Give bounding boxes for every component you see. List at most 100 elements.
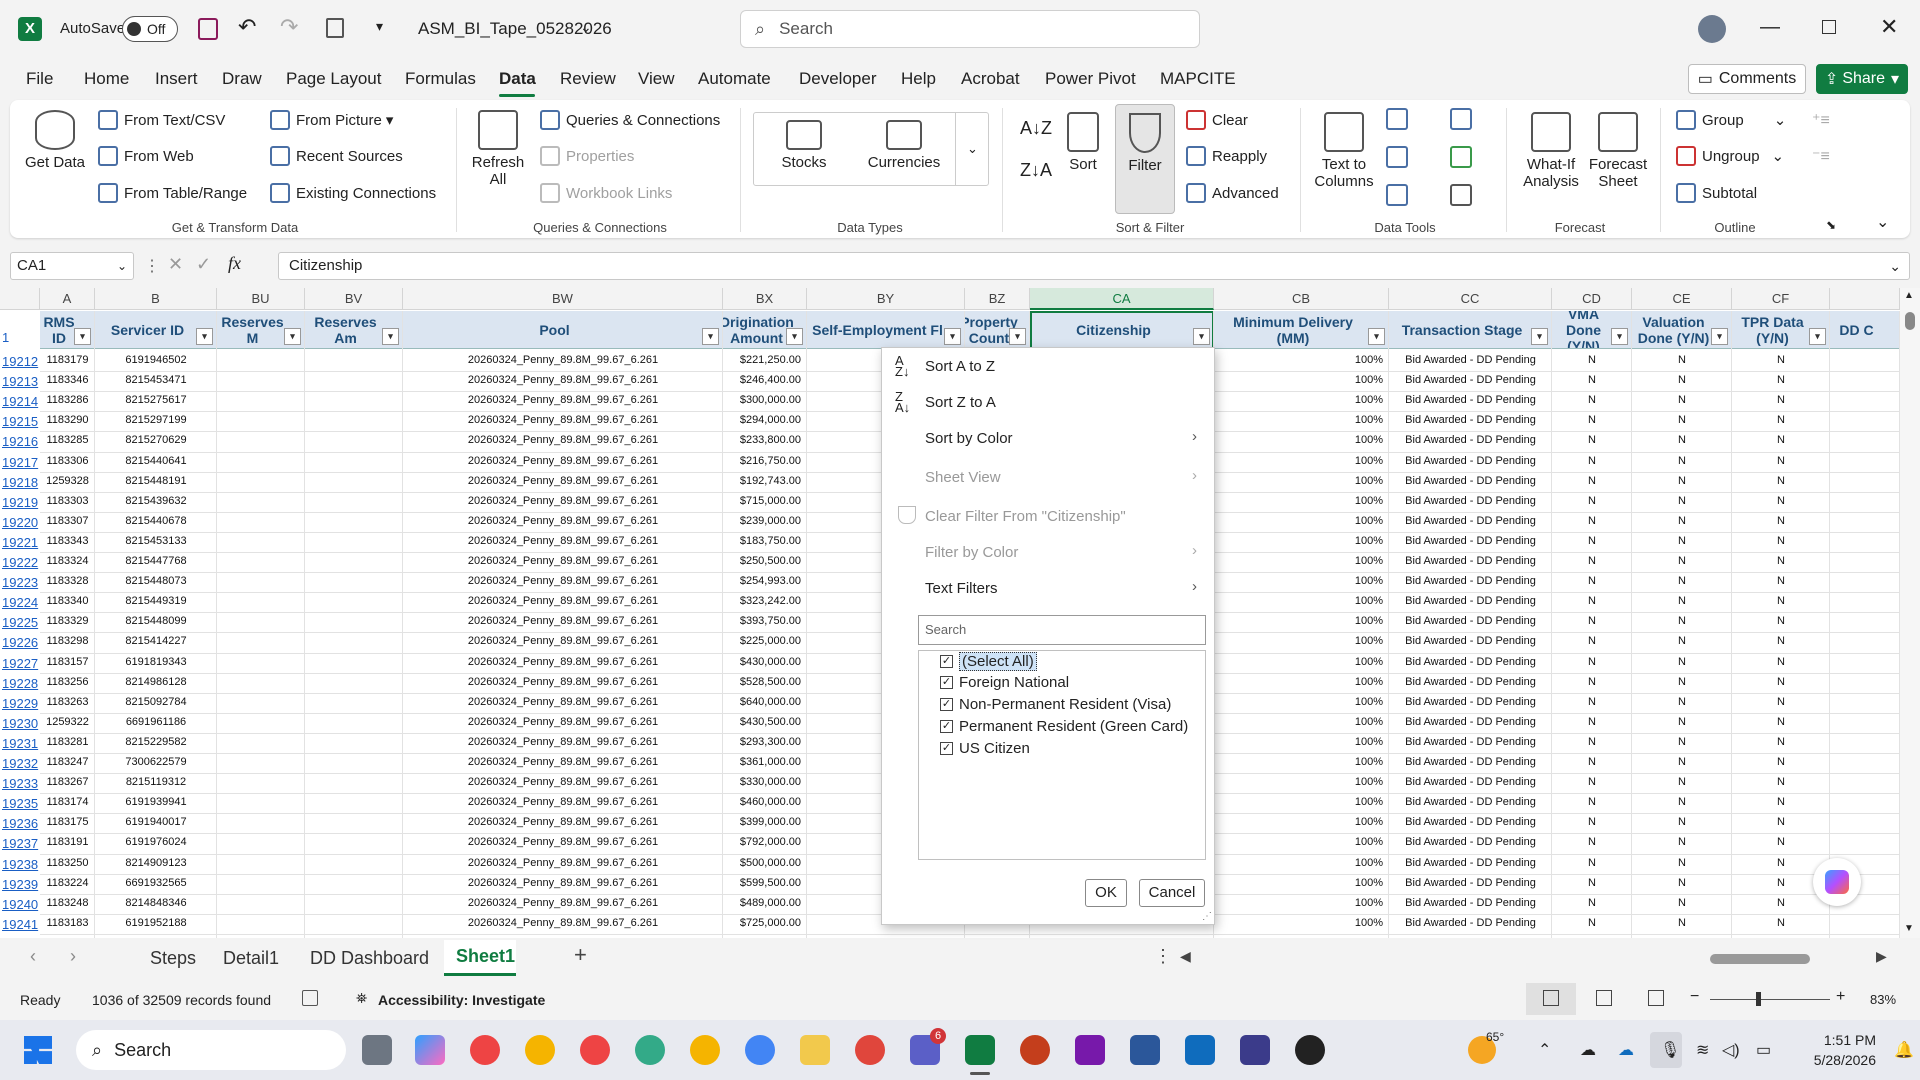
filter-dropdown-icon[interactable]: ▾	[196, 328, 213, 345]
tpr-data-cell[interactable]: N	[1732, 696, 1830, 708]
transaction-stage-cell[interactable]: Bid Awarded - DD Pending	[1389, 394, 1552, 406]
row-number[interactable]: 19221	[0, 535, 40, 550]
valuation-done-cell[interactable]: N	[1632, 394, 1732, 406]
origination-amount-cell[interactable]: $792,000.00	[723, 836, 807, 848]
tab-developer[interactable]: Developer	[799, 60, 877, 98]
filter-search-input[interactable]: Search	[918, 615, 1206, 645]
transaction-stage-cell[interactable]: Bid Awarded - DD Pending	[1389, 455, 1552, 467]
header-cell[interactable]: Pool ▾	[403, 311, 723, 349]
transaction-stage-cell[interactable]: Bid Awarded - DD Pending	[1389, 857, 1552, 869]
what-if-analysis-button[interactable]: What-If Analysis	[1518, 112, 1584, 190]
vma-done-cell[interactable]: N	[1552, 836, 1632, 848]
servicer-id-cell[interactable]: 8215275617	[95, 394, 217, 406]
formula-input[interactable]: Citizenship ⌄	[278, 252, 1910, 280]
vma-done-cell[interactable]: N	[1552, 877, 1632, 889]
min-delivery-cell[interactable]: 100%	[1214, 635, 1389, 647]
vma-done-cell[interactable]: N	[1552, 475, 1632, 487]
row-number[interactable]: 19220	[0, 515, 40, 530]
min-delivery-cell[interactable]: 100%	[1214, 756, 1389, 768]
valuation-done-cell[interactable]: N	[1632, 877, 1732, 889]
vma-done-cell[interactable]: N	[1552, 394, 1632, 406]
tpr-data-cell[interactable]: N	[1732, 676, 1830, 688]
workbook-links-button[interactable]: Workbook Links	[540, 183, 672, 203]
tab-data[interactable]: Data	[499, 60, 536, 98]
column-header-by[interactable]: BY	[807, 288, 965, 310]
row-number[interactable]: 19216	[0, 434, 40, 449]
transaction-stage-cell[interactable]: Bid Awarded - DD Pending	[1389, 354, 1552, 366]
min-delivery-cell[interactable]: 100%	[1214, 595, 1389, 607]
transaction-stage-cell[interactable]: Bid Awarded - DD Pending	[1389, 676, 1552, 688]
valuation-done-cell[interactable]: N	[1632, 635, 1732, 647]
transaction-stage-cell[interactable]: Bid Awarded - DD Pending	[1389, 475, 1552, 487]
vma-done-cell[interactable]: N	[1552, 776, 1632, 788]
vma-done-cell[interactable]: N	[1552, 917, 1632, 929]
min-delivery-cell[interactable]: 100%	[1214, 716, 1389, 728]
vma-done-cell[interactable]: N	[1552, 535, 1632, 547]
servicer-id-cell[interactable]: 8215270629	[95, 434, 217, 446]
stocks-button[interactable]: Stocks	[768, 120, 840, 171]
row-number[interactable]: 19215	[0, 414, 40, 429]
rms-id-cell[interactable]: 1183174	[40, 796, 95, 808]
vma-done-cell[interactable]: N	[1552, 796, 1632, 808]
pool-cell[interactable]: 20260324_Penny_89.8M_99.67_6.261	[403, 656, 723, 668]
rms-id-cell[interactable]: 1183248	[40, 897, 95, 909]
rms-id-cell[interactable]: 1183328	[40, 575, 95, 587]
sheet-tab-steps[interactable]: Steps	[150, 948, 196, 969]
pool-cell[interactable]: 20260324_Penny_89.8M_99.67_6.261	[403, 756, 723, 768]
origination-amount-cell[interactable]: $250,500.00	[723, 555, 807, 567]
subtotal-button[interactable]: Subtotal	[1676, 183, 1757, 203]
servicer-id-cell[interactable]: 8215453133	[95, 535, 217, 547]
rms-id-cell[interactable]: 1183281	[40, 736, 95, 748]
taskbar-search[interactable]: ⌕ Search	[76, 1030, 346, 1070]
vma-done-cell[interactable]: N	[1552, 897, 1632, 909]
origination-amount-cell[interactable]: $323,242.00	[723, 595, 807, 607]
rms-id-cell[interactable]: 1183286	[40, 394, 95, 406]
servicer-id-cell[interactable]: 8215414227	[95, 635, 217, 647]
pool-cell[interactable]: 20260324_Penny_89.8M_99.67_6.261	[403, 776, 723, 788]
consolidate-icon[interactable]	[1450, 108, 1472, 130]
tpr-data-cell[interactable]: N	[1732, 495, 1830, 507]
zoom-level[interactable]: 83%	[1870, 992, 1896, 1007]
origination-amount-cell[interactable]: $294,000.00	[723, 414, 807, 426]
min-delivery-cell[interactable]: 100%	[1214, 455, 1389, 467]
data-types-more-button[interactable]: ⌄	[955, 112, 989, 186]
pool-cell[interactable]: 20260324_Penny_89.8M_99.67_6.261	[403, 716, 723, 728]
filter-dropdown-icon[interactable]: ▾	[702, 328, 719, 345]
origination-amount-cell[interactable]: $330,000.00	[723, 776, 807, 788]
group-button[interactable]: Group ⌄	[1676, 110, 1786, 130]
filter-by-color-item[interactable]: Filter by Color	[925, 544, 1018, 561]
rms-id-cell[interactable]: 1183191	[40, 836, 95, 848]
rms-id-cell[interactable]: 1183157	[40, 656, 95, 668]
origination-amount-cell[interactable]: $300,000.00	[723, 394, 807, 406]
origination-amount-cell[interactable]: $221,250.00	[723, 354, 807, 366]
scroll-right-icon[interactable]: ▶	[1876, 948, 1887, 965]
vma-done-cell[interactable]: N	[1552, 615, 1632, 627]
vma-done-cell[interactable]: N	[1552, 736, 1632, 748]
valuation-done-cell[interactable]: N	[1632, 475, 1732, 487]
rms-id-cell[interactable]: 1183263	[40, 696, 95, 708]
vma-done-cell[interactable]: N	[1552, 414, 1632, 426]
vma-done-cell[interactable]: N	[1552, 756, 1632, 768]
filter-dropdown-icon[interactable]: ▾	[1009, 328, 1026, 345]
min-delivery-cell[interactable]: 100%	[1214, 475, 1389, 487]
servicer-id-cell[interactable]: 6691932565	[95, 877, 217, 889]
text-to-columns-button[interactable]: Text to Columns	[1312, 112, 1376, 190]
origination-amount-cell[interactable]: $715,000.00	[723, 495, 807, 507]
filter-dropdown-icon[interactable]: ▾	[1711, 328, 1728, 345]
column-header-bv[interactable]: BV	[305, 288, 403, 310]
more-sheets-icon[interactable]: ⋮	[1154, 946, 1172, 967]
servicer-id-cell[interactable]: 8215092784	[95, 696, 217, 708]
rms-id-cell[interactable]: 1183179	[40, 354, 95, 366]
origination-amount-cell[interactable]: $528,500.00	[723, 676, 807, 688]
valuation-done-cell[interactable]: N	[1632, 857, 1732, 869]
queries-connections-button[interactable]: Queries & Connections	[540, 110, 720, 130]
rms-id-cell[interactable]: 1183247	[40, 756, 95, 768]
pool-cell[interactable]: 20260324_Penny_89.8M_99.67_6.261	[403, 495, 723, 507]
transaction-stage-cell[interactable]: Bid Awarded - DD Pending	[1389, 716, 1552, 728]
hide-detail-icon[interactable]: ⁻≡	[1812, 146, 1830, 166]
insert-function-icon[interactable]: fx	[228, 253, 241, 274]
save-icon[interactable]	[198, 18, 218, 40]
word-icon[interactable]	[1130, 1035, 1160, 1065]
sort-descending-icon[interactable]: Z↓A	[1020, 160, 1052, 181]
checkbox-checked-icon[interactable]: ✓	[940, 676, 953, 689]
